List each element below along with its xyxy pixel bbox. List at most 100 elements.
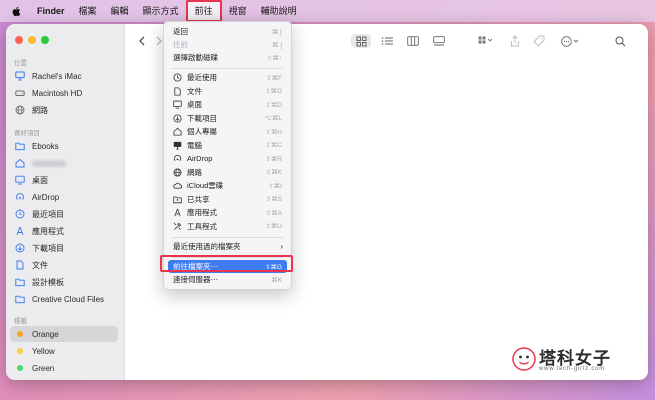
- menu-item-back[interactable]: 返回 ⌘ [: [168, 25, 287, 38]
- group-button[interactable]: [476, 34, 496, 48]
- sidebar-item-label: 網路: [32, 105, 48, 115]
- menu-item-desktop[interactable]: 桌面 ⇧⌘D: [168, 98, 287, 111]
- window-controls: [15, 36, 49, 44]
- sidebar-item-ebooks[interactable]: Ebooks: [10, 138, 118, 154]
- menu-item-shared[interactable]: 已共享 ⇧⌘S: [168, 193, 287, 206]
- applications-icon: [15, 226, 25, 236]
- menu-item-downloads[interactable]: 下載項目 ⌥⌘L: [168, 112, 287, 125]
- menu-item-connect-server[interactable]: 連接伺服器⋯ ⌘K: [168, 273, 287, 286]
- clock-icon: [173, 73, 182, 82]
- menu-item-home[interactable]: 個人專屬 ⇧⌘H: [168, 125, 287, 138]
- sidebar-item-desktop[interactable]: 桌面: [10, 172, 118, 188]
- minimize-button[interactable]: [28, 36, 36, 44]
- sidebar-item-label: Orange: [32, 329, 59, 339]
- sidebar-item-network[interactable]: 網路: [10, 102, 118, 118]
- menu-help[interactable]: 輔助說明: [254, 0, 304, 22]
- menu-view[interactable]: 顯示方式: [136, 0, 186, 22]
- menu-bar: Finder 檔案 編輯 顯示方式 前往 視窗 輔助說明: [0, 0, 655, 22]
- computer-icon: [173, 141, 182, 150]
- finder-window: 位置 Rachel's iMac Macintosh HD 網路 喜好項目 Eb…: [6, 24, 648, 380]
- menu-file[interactable]: 檔案: [72, 0, 104, 22]
- menu-item-startup-disk[interactable]: 選擇啟動磁碟 ⇧⌘↑: [168, 51, 287, 64]
- go-menu-dropdown: 返回 ⌘ [ 往前 ⌘ ] 選擇啟動磁碟 ⇧⌘↑ 最近使用 ⇧⌘F 文件 ⇧⌘O…: [163, 21, 292, 290]
- sidebar-item-label: 文件: [32, 260, 48, 270]
- tags-button[interactable]: [532, 34, 546, 48]
- watermark-logo-icon: [512, 347, 536, 371]
- section-title-tags: 標籤: [14, 318, 27, 325]
- watermark-url: www.tech-girlz.com: [539, 366, 606, 372]
- folder-icon: [15, 294, 25, 304]
- menu-item-recents[interactable]: 最近使用 ⇧⌘F: [168, 71, 287, 84]
- hard-drive-icon: [15, 88, 25, 98]
- imac-icon: [15, 71, 25, 81]
- view-gallery-button[interactable]: [429, 34, 449, 48]
- cloud-icon: [173, 181, 182, 190]
- menu-item-applications[interactable]: 應用程式 ⇧⌘A: [168, 206, 287, 219]
- sidebar-item-downloads[interactable]: 下載項目: [10, 240, 118, 256]
- menu-window[interactable]: 視窗: [222, 0, 254, 22]
- sidebar-item-label: AirDrop: [32, 192, 60, 202]
- apple-logo-icon[interactable]: [11, 6, 21, 17]
- menu-item-computer[interactable]: 電腦 ⇧⌘C: [168, 139, 287, 152]
- menu-item-airdrop[interactable]: AirDrop ⇧⌘R: [168, 152, 287, 165]
- menu-item-icloud-drive[interactable]: iCloud雲碟 ⇧⌘I: [168, 179, 287, 192]
- group-grid-icon: [478, 36, 493, 44]
- menu-item-recent-folders[interactable]: 最近使用過的檔案夾 ›: [168, 240, 287, 253]
- watermark: 塔科女子 www.tech-girlz.com: [511, 342, 631, 378]
- sidebar-item-label: Creative Cloud Files: [32, 294, 105, 304]
- zoom-button[interactable]: [41, 36, 49, 44]
- close-button[interactable]: [15, 36, 23, 44]
- menu-separator: [172, 68, 283, 69]
- search-button[interactable]: [613, 34, 627, 48]
- tag-dot-icon: [17, 348, 23, 354]
- sidebar-tag-green[interactable]: Green: [10, 360, 118, 376]
- sidebar-item-label: 應用程式: [32, 226, 64, 236]
- sidebar-item-design-templates[interactable]: 設計模板: [10, 274, 118, 290]
- sidebar-item-recents[interactable]: 最近項目: [10, 206, 118, 222]
- applications-icon: [173, 208, 182, 217]
- view-icons-button[interactable]: [351, 34, 371, 48]
- menu-finder[interactable]: Finder: [30, 0, 72, 22]
- sidebar-item-macintosh-hd[interactable]: Macintosh HD: [10, 85, 118, 101]
- view-list-button[interactable]: [377, 34, 397, 48]
- view-columns-button[interactable]: [403, 34, 423, 48]
- chevron-right-icon: ›: [280, 242, 283, 251]
- menu-item-documents[interactable]: 文件 ⇧⌘O: [168, 85, 287, 98]
- sidebar-item-home[interactable]: [10, 155, 118, 171]
- menu-item-utilities[interactable]: 工具程式 ⇧⌘U: [168, 220, 287, 233]
- home-icon: [173, 127, 182, 136]
- sidebar-item-imac[interactable]: Rachel's iMac: [10, 68, 118, 84]
- tag-dot-icon: [17, 365, 23, 371]
- sidebar-item-documents[interactable]: 文件: [10, 257, 118, 273]
- gallery-view-icon: [433, 36, 445, 46]
- share-button[interactable]: [508, 34, 522, 48]
- sidebar-item-label: 最近項目: [32, 209, 64, 219]
- airdrop-icon: [173, 154, 182, 163]
- tag-icon: [533, 35, 545, 47]
- network-globe-icon: [15, 105, 25, 115]
- sidebar-tag-orange[interactable]: Orange: [10, 326, 118, 342]
- sidebar-item-creative-cloud[interactable]: Creative Cloud Files: [10, 291, 118, 307]
- folder-icon: [15, 277, 25, 287]
- sidebar-item-label: Ebooks: [32, 141, 59, 151]
- shared-folder-icon: [173, 195, 182, 204]
- sidebar-item-applications[interactable]: 應用程式: [10, 223, 118, 239]
- sidebar-item-airdrop[interactable]: AirDrop: [10, 189, 118, 205]
- menu-item-network[interactable]: 網路 ⇧⌘K: [168, 166, 287, 179]
- sidebar-item-label: Yellow: [32, 346, 55, 356]
- columns-view-icon: [407, 36, 419, 46]
- sidebar-item-label: Rachel's iMac: [32, 71, 82, 81]
- menu-edit[interactable]: 編輯: [104, 0, 136, 22]
- share-icon: [511, 35, 519, 47]
- back-button[interactable]: [136, 34, 148, 48]
- section-title-favorites: 喜好項目: [14, 130, 40, 137]
- menu-separator: [172, 237, 283, 238]
- network-globe-icon: [173, 167, 182, 177]
- grid-view-icon: [356, 36, 366, 46]
- sidebar-tag-yellow[interactable]: Yellow: [10, 343, 118, 359]
- more-actions-button[interactable]: [560, 34, 582, 48]
- redacted-username: [32, 159, 66, 167]
- menu-go[interactable]: 前往: [185, 0, 222, 22]
- home-icon: [15, 158, 25, 168]
- tag-dot-icon: [17, 331, 23, 337]
